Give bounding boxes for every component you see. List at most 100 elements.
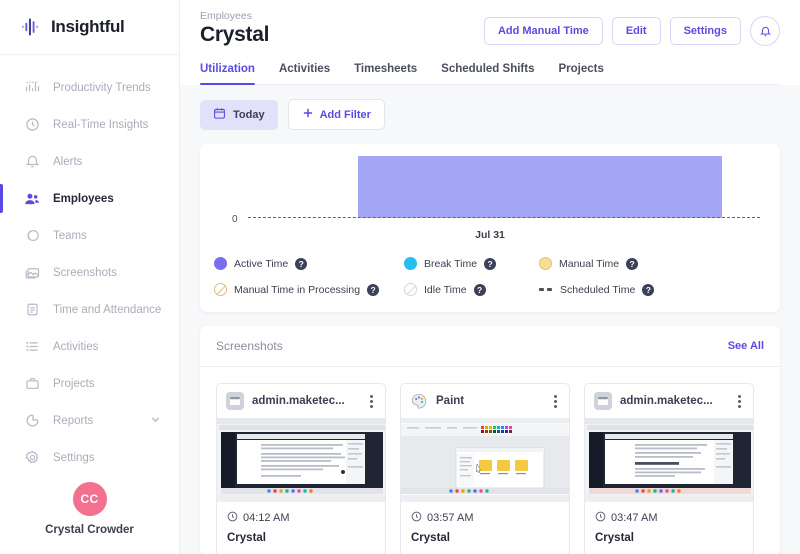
help-icon[interactable]: ? [626,257,639,270]
sidebar-item-time-and-attendance[interactable]: Time and Attendance [0,291,179,328]
legend-label: Idle Time [424,283,467,296]
insightful-bars-logo-icon [22,17,44,37]
screenshots-section-title: Screenshots [216,339,283,353]
screenshot-time: 04:12 AM [227,511,375,525]
date-range-today-button[interactable]: Today [200,99,278,130]
legend-item-active-time[interactable]: Active Time ? [214,257,404,270]
legend-item-break-time[interactable]: Break Time ? [404,257,539,270]
list-icon [22,337,42,357]
sidebar-item-label: Employees [53,192,114,205]
kebab-menu-icon[interactable] [735,393,744,410]
screenshot-card[interactable]: admin.maketec... [216,383,386,554]
page-tabs: Utilization Activities Timesheets Schedu… [200,63,780,85]
avatar-initials: CC [80,492,99,506]
chart-bar-active-time[interactable] [357,156,722,218]
sidebar-item-reports[interactable]: Reports [0,402,179,439]
calendar-icon [213,107,226,123]
top-bar: Employees Crystal Add Manual Time Edit S… [180,0,800,85]
screenshot-time-text: 03:47 AM [611,512,658,524]
sidebar-item-label: Real-Time Insights [53,118,149,131]
sidebar-item-real-time-insights[interactable]: Real-Time Insights [0,106,179,143]
add-filter-button[interactable]: Add Filter [287,99,385,130]
header-actions: Add Manual Time Edit Settings [483,10,780,46]
screenshot-card[interactable]: Paint 03:57 AM Crystal [400,383,570,554]
sidebar-item-alerts[interactable]: Alerts [0,143,179,180]
utilization-chart[interactable]: 0 [214,156,766,225]
legend-label: Active Time [234,257,289,270]
legend-label: Break Time [424,257,478,270]
sidebar-item-label: Productivity Trends [53,81,151,94]
brand-name: Insightful [51,17,125,36]
legend-dot-icon [404,257,417,270]
sidebar-profile[interactable]: CC Crystal Crowder [0,476,179,554]
sidebar-item-screenshots[interactable]: Screenshots [0,254,179,291]
sidebar-item-label: Settings [53,451,95,464]
legend-row-1: Active Time ? Break Time ? Manual Time ? [214,257,766,270]
sidebar-item-label: Alerts [53,155,83,168]
screenshot-thumbnail[interactable] [401,418,569,502]
clock-icon [227,511,238,525]
help-icon[interactable]: ? [473,283,486,296]
screenshot-card-header: admin.maketec... [217,384,385,418]
tab-timesheets[interactable]: Timesheets [354,63,417,84]
tab-projects[interactable]: Projects [558,63,603,84]
screenshot-thumbnail[interactable] [585,418,753,502]
sidebar: Insightful Productivity Trends Real-Time… [0,0,180,554]
avatar[interactable]: CC [72,482,107,516]
help-icon[interactable]: ? [295,257,308,270]
help-icon[interactable]: ? [642,283,655,296]
legend-row-2: Manual Time in Processing ? Idle Time ? … [214,283,766,296]
legend-label: Scheduled Time [560,283,636,296]
browser-window-icon [594,392,612,410]
plus-icon [302,107,314,122]
add-manual-time-button[interactable]: Add Manual Time [483,17,603,45]
notification-bell-icon[interactable] [750,16,780,46]
legend-item-idle-time[interactable]: Idle Time ? [404,283,539,296]
screenshot-time: 03:47 AM [595,511,743,525]
screenshot-time-text: 03:57 AM [427,512,474,524]
help-icon[interactable]: ? [484,257,497,270]
sidebar-item-teams[interactable]: Teams [0,217,179,254]
legend-item-scheduled-time[interactable]: Scheduled Time ? [539,283,655,296]
sidebar-item-employees[interactable]: Employees [0,180,179,217]
settings-button[interactable]: Settings [669,17,741,45]
sidebar-item-activities[interactable]: Activities [0,328,179,365]
tab-utilization[interactable]: Utilization [200,63,255,85]
users-icon [22,189,42,209]
screenshots-grid: admin.maketec... 04:12 AM Crystal Paint … [200,367,780,554]
tab-activities[interactable]: Activities [279,63,330,84]
screenshot-card[interactable]: admin.maketec... [584,383,754,554]
chart-legend: Active Time ? Break Time ? Manual Time ? [214,257,766,296]
screenshot-time: 03:57 AM [411,511,559,525]
sidebar-item-projects[interactable]: Projects [0,365,179,402]
legend-item-manual-time[interactable]: Manual Time ? [539,257,639,270]
see-all-link[interactable]: See All [728,340,764,352]
clock-refresh-icon [22,115,42,135]
sidebar-item-label: Activities [53,340,99,353]
brand-logo[interactable]: Insightful [0,0,179,55]
breadcrumb[interactable]: Employees [200,10,269,22]
kebab-menu-icon[interactable] [367,393,376,410]
chart-xtick-label: Jul 31 [475,229,505,241]
legend-dashed-line-icon [539,288,553,291]
sidebar-item-label: Teams [53,229,87,242]
screenshot-app-name: admin.maketec... [252,395,345,407]
add-filter-label: Add Filter [319,108,371,121]
legend-label: Manual Time in Processing [234,283,361,296]
content-scroll: Today Add Filter 0 Jul 31 Active Time ? … [180,85,800,554]
chevron-down-icon[interactable] [150,412,161,430]
sidebar-item-settings[interactable]: Settings [0,439,179,476]
legend-item-manual-time-in-processing[interactable]: Manual Time in Processing ? [214,283,404,296]
kebab-menu-icon[interactable] [551,393,560,410]
sidebar-nav: Productivity Trends Real-Time Insights A… [0,55,179,476]
edit-button[interactable]: Edit [611,17,661,45]
sidebar-item-productivity-trends[interactable]: Productivity Trends [0,69,179,106]
screenshot-meta: 03:47 AM Crystal [585,502,753,554]
filter-bar: Today Add Filter [200,99,780,130]
app-root: Insightful Productivity Trends Real-Time… [0,0,800,554]
screenshots-header: Screenshots See All [200,326,780,367]
screenshot-app-name: Paint [436,395,465,407]
screenshot-thumbnail[interactable] [217,418,385,502]
help-icon[interactable]: ? [367,283,380,296]
tab-scheduled-shifts[interactable]: Scheduled Shifts [441,63,534,84]
